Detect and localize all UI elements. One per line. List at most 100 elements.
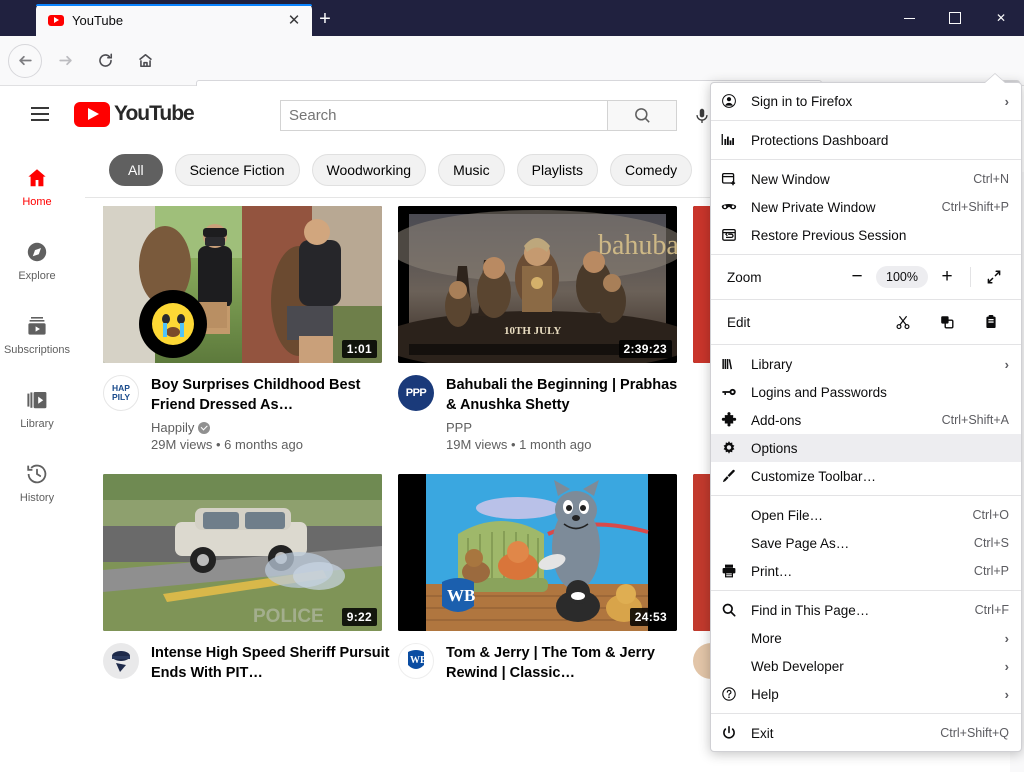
video-title[interactable]: Bahubali the Beginning | Prabhas & Anush… — [446, 375, 685, 415]
menu-item-find-in-page[interactable]: Find in This Page… Ctrl+F — [711, 596, 1021, 624]
menu-item-more[interactable]: More › — [711, 624, 1021, 652]
sidebar-item-label: Home — [22, 196, 52, 208]
puzzle-icon — [721, 412, 745, 428]
menu-item-sign-in[interactable]: Sign in to Firefox › — [711, 87, 1021, 115]
video-card[interactable]: POLICE 9:22 Intense High Speed Sheriff P… — [103, 474, 390, 683]
zoom-out-button[interactable]: − — [838, 264, 876, 290]
menu-item-restore-previous-session[interactable]: Restore Previous Session — [711, 221, 1021, 249]
filter-chip-science-fiction[interactable]: Science Fiction — [174, 153, 300, 186]
back-icon[interactable] — [8, 43, 42, 78]
video-channel[interactable]: PPP — [446, 420, 685, 435]
close-icon[interactable]: ✕ — [284, 10, 304, 30]
menu-arrow — [985, 74, 1005, 83]
youtube-sidebar: Home Explore Subscriptions Library Histo… — [0, 142, 74, 772]
menu-item-label: Print… — [751, 563, 793, 579]
brush-icon — [721, 468, 745, 484]
menu-item-label: Options — [751, 440, 798, 456]
filter-chip-all[interactable]: All — [109, 153, 163, 186]
video-thumbnail[interactable]: WB 24:53 — [398, 474, 677, 631]
sidebar-item-history[interactable]: History — [0, 446, 74, 520]
video-card[interactable]: 1:01 HAP PILY Boy Surprises Childhood Bes… — [103, 206, 390, 452]
menu-item-save-page-as[interactable]: Save Page As… Ctrl+S — [711, 529, 1021, 557]
avatar[interactable]: HAP PILY — [103, 375, 139, 411]
no-icon — [721, 658, 745, 674]
menu-item-label: New Private Window — [751, 199, 876, 215]
menu-item-label: Web Developer — [751, 658, 844, 674]
menu-item-new-private-window[interactable]: New Private Window Ctrl+Shift+P — [711, 193, 1021, 221]
menu-item-print[interactable]: Print… Ctrl+P — [711, 557, 1021, 585]
minimize-icon[interactable] — [886, 0, 932, 36]
menu-item-web-developer[interactable]: Web Developer › — [711, 652, 1021, 680]
paste-icon[interactable] — [969, 308, 1013, 336]
search-input[interactable] — [280, 100, 607, 131]
reload-icon[interactable] — [88, 44, 122, 78]
zoom-level-value[interactable]: 100% — [876, 266, 928, 288]
menu-item-label: Add-ons — [751, 412, 802, 428]
menu-item-logins-and-passwords[interactable]: Logins and Passwords — [711, 378, 1021, 406]
menu-item-addons[interactable]: Add-ons Ctrl+Shift+A — [711, 406, 1021, 434]
zoom-controls: Zoom − 100% + — [711, 260, 1021, 294]
svg-text:10TH JULY: 10TH JULY — [504, 325, 561, 337]
sidebar-item-label: Library — [20, 418, 54, 430]
avatar[interactable] — [103, 643, 139, 679]
menu-item-label: Logins and Passwords — [751, 384, 887, 400]
video-card[interactable]: bahubali 10TH JULY 2:39:23 PPP Bahubali … — [398, 206, 685, 452]
channel-name: Happily — [151, 420, 195, 435]
copy-icon[interactable] — [925, 308, 969, 336]
chevron-right-icon: › — [1004, 686, 1009, 702]
filter-chip-comedy[interactable]: Comedy — [609, 153, 693, 186]
maximize-icon[interactable] — [932, 0, 978, 36]
menu-item-options[interactable]: Options — [711, 434, 1021, 462]
search-icon — [721, 602, 745, 618]
browser-tab-youtube[interactable]: YouTube ✕ — [36, 4, 312, 36]
sidebar-item-library[interactable]: Library — [0, 372, 74, 446]
title-bar: YouTube ✕ + ✕ — [0, 0, 1024, 36]
filter-chip-playlists[interactable]: Playlists — [516, 153, 598, 186]
sidebar-item-explore[interactable]: Explore — [0, 224, 74, 298]
sidebar-item-label: Subscriptions — [3, 344, 71, 356]
menu-item-shortcut: Ctrl+P — [973, 564, 1009, 578]
guide-menu-icon[interactable] — [16, 90, 64, 138]
youtube-logo[interactable]: YouTube — [74, 101, 195, 127]
menu-item-open-file[interactable]: Open File… Ctrl+O — [711, 501, 1021, 529]
help-icon — [721, 686, 745, 702]
avatar[interactable]: PPP — [398, 375, 434, 411]
browser-window: YouTube ✕ + ✕ YouTube Search Home Explor… — [0, 0, 1024, 772]
menu-item-new-window[interactable]: New Window Ctrl+N — [711, 165, 1021, 193]
video-thumbnail[interactable]: POLICE 9:22 — [103, 474, 382, 631]
menu-item-library[interactable]: Library › — [711, 350, 1021, 378]
avatar[interactable]: WB — [398, 643, 434, 679]
forward-icon[interactable] — [48, 44, 82, 78]
no-icon — [721, 630, 745, 646]
home-icon[interactable] — [128, 44, 162, 78]
menu-item-exit[interactable]: Exit Ctrl+Shift+Q — [711, 719, 1021, 747]
video-thumbnail[interactable]: bahubali 10TH JULY 2:39:23 — [398, 206, 677, 363]
window-close-icon[interactable]: ✕ — [978, 0, 1024, 36]
zoom-in-button[interactable]: + — [928, 264, 966, 290]
menu-item-help[interactable]: Help › — [711, 680, 1021, 708]
app-menu-panel: Sign in to Firefox › Protections Dashboa… — [710, 74, 1022, 752]
filter-chip-woodworking[interactable]: Woodworking — [311, 153, 427, 186]
menu-item-protections-dashboard[interactable]: Protections Dashboard — [711, 126, 1021, 154]
chevron-right-icon: › — [1004, 356, 1009, 372]
menu-item-shortcut: Ctrl+N — [973, 172, 1009, 186]
chevron-right-icon: › — [1004, 93, 1009, 109]
fullscreen-icon[interactable] — [975, 264, 1013, 290]
video-title[interactable]: Intense High Speed Sheriff Pursuit Ends … — [151, 643, 390, 683]
video-channel[interactable]: Happily — [151, 420, 390, 435]
filter-chip-music[interactable]: Music — [438, 153, 505, 186]
cut-icon[interactable] — [881, 308, 925, 336]
sidebar-item-home[interactable]: Home — [0, 150, 74, 224]
menu-item-customize-toolbar[interactable]: Customize Toolbar… — [711, 462, 1021, 490]
menu-item-label: Find in This Page… — [751, 602, 870, 618]
search-button[interactable] — [607, 100, 677, 131]
new-tab-button[interactable]: + — [312, 8, 338, 32]
video-meta: PPP Bahubali the Beginning | Prabhas & A… — [398, 375, 685, 452]
video-title[interactable]: Boy Surprises Childhood Best Friend Dres… — [151, 375, 390, 415]
video-thumbnail[interactable]: 1:01 — [103, 206, 382, 363]
menu-item-label: Help — [751, 686, 779, 702]
video-card[interactable]: WB 24:53 WB Tom & Jerry | The Tom & Jerr… — [398, 474, 685, 683]
video-title[interactable]: Tom & Jerry | The Tom & Jerry Rewind | C… — [446, 643, 685, 683]
key-icon — [721, 384, 745, 400]
sidebar-item-subscriptions[interactable]: Subscriptions — [0, 298, 74, 372]
